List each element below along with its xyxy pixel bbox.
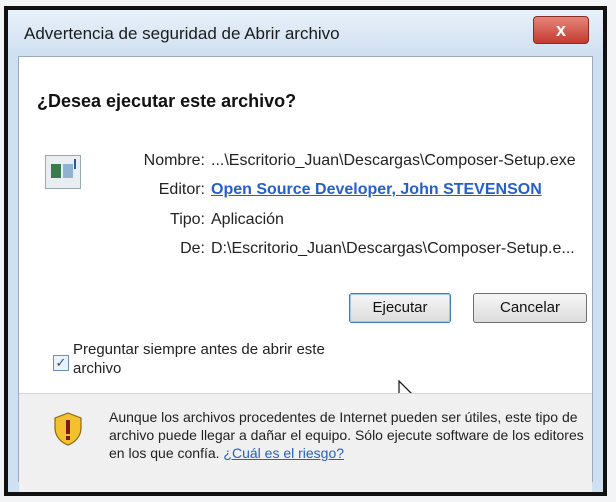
tipo-value: Aplicación: [211, 211, 284, 228]
editor-link[interactable]: Open Source Developer, John STEVENSON: [211, 181, 542, 199]
dialog-heading: ¿Desea ejecutar este archivo?: [37, 91, 297, 111]
ask-always-label[interactable]: Preguntar siempre antes de abrir este ar…: [73, 340, 333, 378]
ask-always-checkbox[interactable]: ✓: [53, 355, 69, 371]
title-bar: Advertencia de seguridad de Abrir archiv…: [8, 10, 603, 56]
window-title: Advertencia de seguridad de Abrir archiv…: [24, 24, 340, 43]
de-value: D:\Escritorio_Juan\Descargas\Composer-Se…: [211, 240, 575, 257]
close-button[interactable]: x: [533, 16, 589, 44]
editor-label: Editor:: [158, 181, 205, 198]
run-button[interactable]: Ejecutar: [349, 293, 451, 323]
close-icon: x: [555, 20, 566, 40]
nombre-value: ...\Escritorio_Juan\Descargas\Composer-S…: [211, 152, 576, 169]
dialog-body: ¿Desea ejecutar este archivo? Nombre: ..…: [18, 56, 593, 492]
risk-link[interactable]: ¿Cuál es el riesgo?: [223, 445, 344, 461]
checkmark-icon: ✓: [55, 355, 67, 370]
application-file-icon: [45, 155, 81, 189]
warning-shield-icon: [54, 412, 82, 446]
info-text: Aunque los archivos procedentes de Inter…: [109, 409, 584, 461]
info-text-block: Aunque los archivos procedentes de Inter…: [109, 408, 593, 462]
nombre-label: Nombre:: [143, 152, 205, 169]
dialog-frame: Advertencia de seguridad de Abrir archiv…: [4, 6, 607, 496]
cancel-button[interactable]: Cancelar: [473, 293, 587, 323]
tipo-label: Tipo:: [170, 211, 205, 228]
info-panel: Aunque los archivos procedentes de Inter…: [19, 393, 592, 492]
de-label: De:: [180, 240, 205, 257]
